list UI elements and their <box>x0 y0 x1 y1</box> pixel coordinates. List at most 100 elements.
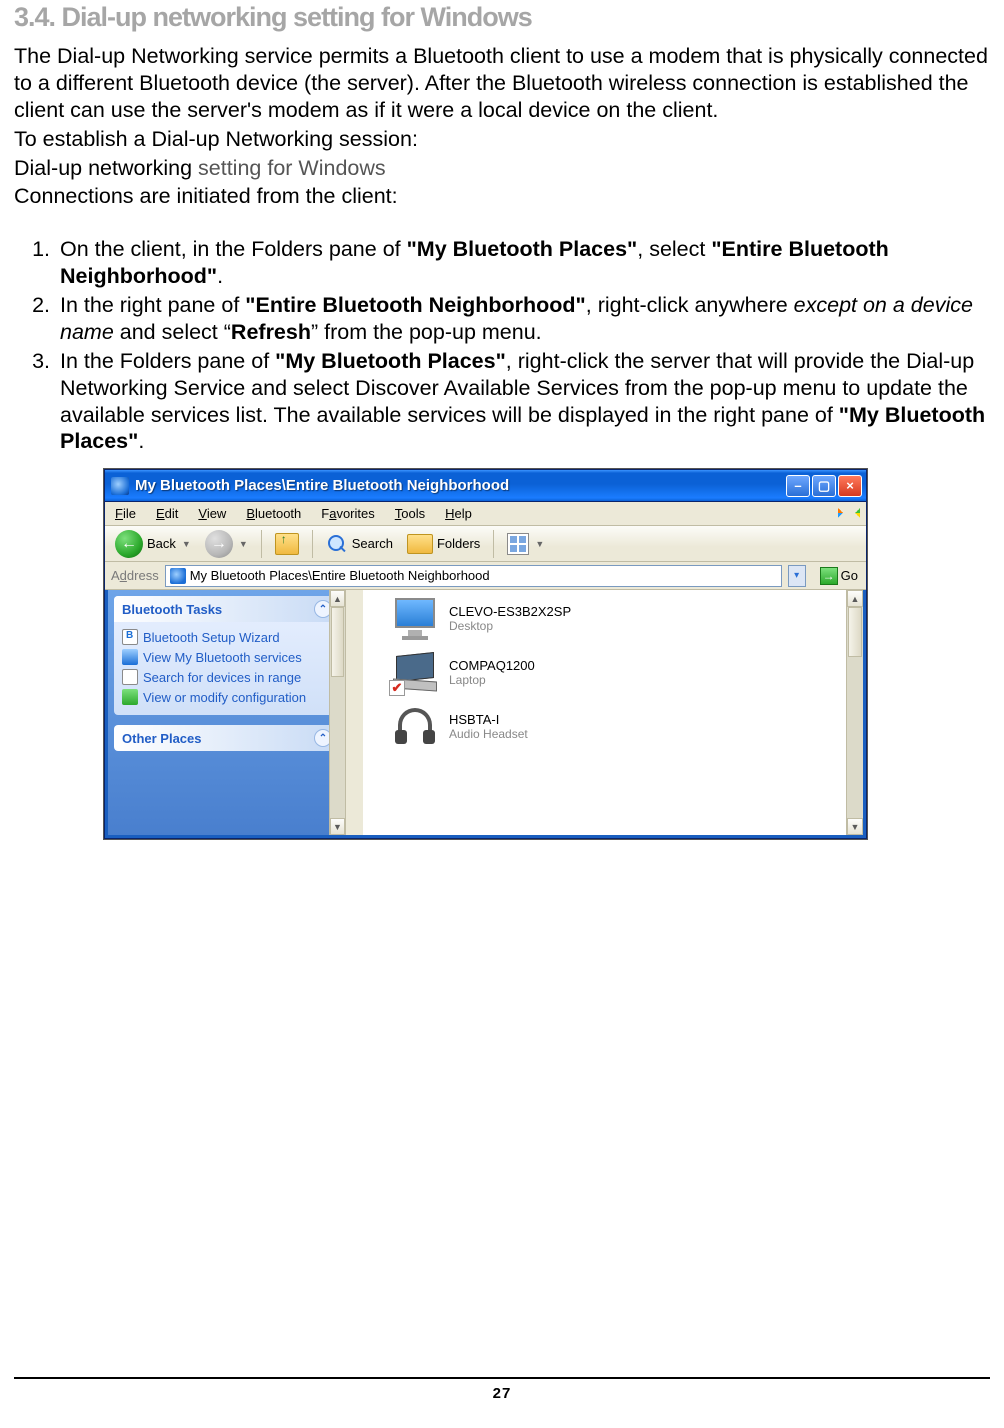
embedded-screenshot: My Bluetooth Places\Entire Bluetooth Nei… <box>104 469 867 839</box>
menu-bar: File Edit View Bluetooth Favorites Tools… <box>105 502 866 526</box>
intro-paragraph-4: Connections are initiated from the clien… <box>14 183 990 210</box>
explorer-window: My Bluetooth Places\Entire Bluetooth Nei… <box>104 469 867 839</box>
task-link-config[interactable]: View or modify configuration <box>122 687 332 707</box>
device-name: HSBTA-I <box>449 712 528 727</box>
search-icon <box>326 533 348 555</box>
views-button[interactable]: ▼ <box>503 531 548 557</box>
menu-bluetooth[interactable]: Bluetooth <box>246 506 301 521</box>
bluetooth-tasks-body: Bluetooth Setup Wizard View My Bluetooth… <box>114 622 340 715</box>
scroll-thumb[interactable] <box>331 607 344 677</box>
address-path: My Bluetooth Places\Entire Bluetooth Nei… <box>190 568 490 583</box>
bluetooth-tasks-box: Bluetooth Tasks ⌃ Bluetooth Setup Wizard… <box>114 596 340 715</box>
services-icon <box>122 649 138 665</box>
content-pane[interactable]: CLEVO-ES3B2X2SP Desktop ✔ COMPAQ1200 Lap… <box>363 590 863 835</box>
scroll-thumb[interactable] <box>848 607 862 657</box>
search-devices-icon <box>122 669 138 685</box>
views-dropdown-icon[interactable]: ▼ <box>535 539 544 549</box>
menu-edit[interactable]: Edit <box>156 506 178 521</box>
search-button[interactable]: Search <box>322 531 397 557</box>
menu-tools[interactable]: Tools <box>395 506 425 521</box>
step-3-a: In the Folders pane of <box>60 349 275 373</box>
address-bar: Address My Bluetooth Places\Entire Bluet… <box>105 562 866 590</box>
step-2-c: , right-click anywhere <box>586 293 794 317</box>
device-text: HSBTA-I Audio Headset <box>449 712 528 741</box>
step-2-e: and select “ <box>114 320 231 344</box>
address-dropdown[interactable]: ▾ <box>788 565 806 587</box>
windows-flag-icon <box>838 504 860 522</box>
folder-up-icon <box>275 533 299 555</box>
views-icon <box>507 533 529 555</box>
intro-paragraph-3: Dial-up networking setting for Windows <box>14 155 990 182</box>
task-link-view-services[interactable]: View My Bluetooth services <box>122 647 332 667</box>
device-name: CLEVO-ES3B2X2SP <box>449 604 571 619</box>
config-icon <box>122 689 138 705</box>
scroll-up-icon[interactable]: ▲ <box>847 590 863 607</box>
bluetooth-icon <box>170 568 186 584</box>
right-scrollbar[interactable]: ▲ ▼ <box>846 590 863 835</box>
step-2-b: "Entire Bluetooth Neighborhood" <box>245 293 585 317</box>
menu-favorites[interactable]: Favorites <box>321 506 374 521</box>
page-number: 27 <box>493 1385 512 1402</box>
menu-view[interactable]: View <box>198 506 226 521</box>
scroll-up-icon[interactable]: ▲ <box>330 590 345 607</box>
go-label: Go <box>841 568 858 583</box>
up-button[interactable] <box>271 531 303 557</box>
tasks-pane: Bluetooth Tasks ⌃ Bluetooth Setup Wizard… <box>108 590 346 835</box>
window-controls: – ▢ × <box>786 475 862 497</box>
intro-p3-a: Dial-up networking <box>14 156 198 180</box>
close-button[interactable]: × <box>838 475 862 497</box>
scroll-down-icon[interactable]: ▼ <box>847 818 863 835</box>
back-arrow-icon: ← <box>115 530 143 558</box>
step-2-f: Refresh <box>231 320 311 344</box>
left-scrollbar[interactable]: ▲ ▼ <box>329 590 346 835</box>
task-link-search-devices[interactable]: Search for devices in range <box>122 667 332 687</box>
intro-paragraph-1: The Dial-up Networking service permits a… <box>14 43 990 124</box>
device-type: Laptop <box>449 673 535 687</box>
device-item-desktop[interactable]: CLEVO-ES3B2X2SP Desktop <box>367 596 859 640</box>
other-places-box: Other Places ⌃ <box>114 725 340 751</box>
step-2-a: In the right pane of <box>60 293 245 317</box>
laptop-icon: ✔ <box>391 650 439 694</box>
minimize-button[interactable]: – <box>786 475 810 497</box>
folders-label: Folders <box>437 536 480 551</box>
task-link-wizard[interactable]: Bluetooth Setup Wizard <box>122 627 332 647</box>
back-dropdown-icon[interactable]: ▼ <box>182 539 191 549</box>
device-item-laptop[interactable]: ✔ COMPAQ1200 Laptop <box>367 650 859 694</box>
forward-dropdown-icon[interactable]: ▼ <box>239 539 248 549</box>
maximize-button[interactable]: ▢ <box>812 475 836 497</box>
device-type: Desktop <box>449 619 571 633</box>
folders-icon <box>407 534 433 554</box>
menu-help[interactable]: Help <box>445 506 472 521</box>
toolbar-separator <box>493 530 494 558</box>
go-button[interactable]: → Go <box>812 565 866 587</box>
intro-p3-b: setting for Windows <box>198 156 386 180</box>
forward-button[interactable]: → ▼ <box>201 528 252 560</box>
bluetooth-tasks-title: Bluetooth Tasks <box>122 602 222 617</box>
view-services-label: View My Bluetooth services <box>143 650 302 665</box>
section-heading: 3.4. Dial-up networking setting for Wind… <box>14 2 990 33</box>
scroll-down-icon[interactable]: ▼ <box>330 818 345 835</box>
other-places-header[interactable]: Other Places ⌃ <box>114 725 340 751</box>
device-item-headset[interactable]: HSBTA-I Audio Headset <box>367 704 859 748</box>
toolbar: ← Back ▼ → ▼ Search Folders <box>105 526 866 562</box>
address-label: Address <box>111 568 159 583</box>
step-3-b: "My Bluetooth Places" <box>275 349 506 373</box>
wizard-label: Bluetooth Setup Wizard <box>143 630 280 645</box>
search-devices-label: Search for devices in range <box>143 670 301 685</box>
step-2-g: ” from the pop-up menu. <box>311 320 542 344</box>
device-text: COMPAQ1200 Laptop <box>449 658 535 687</box>
config-label: View or modify configuration <box>143 690 306 705</box>
desktop-icon <box>391 596 439 640</box>
bluetooth-tasks-header[interactable]: Bluetooth Tasks ⌃ <box>114 596 340 622</box>
go-arrow-icon: → <box>820 567 838 585</box>
address-input[interactable]: My Bluetooth Places\Entire Bluetooth Nei… <box>165 565 782 587</box>
device-type: Audio Headset <box>449 727 528 741</box>
back-button[interactable]: ← Back ▼ <box>111 528 195 560</box>
menu-file[interactable]: File <box>115 506 136 521</box>
bluetooth-places-icon <box>111 477 129 495</box>
page-footer: 27 <box>14 1377 990 1402</box>
window-titlebar[interactable]: My Bluetooth Places\Entire Bluetooth Nei… <box>105 470 866 502</box>
step-2: In the right pane of "Entire Bluetooth N… <box>56 292 990 346</box>
steps-list: On the client, in the Folders pane of "M… <box>14 236 990 455</box>
folders-button[interactable]: Folders <box>403 532 484 556</box>
